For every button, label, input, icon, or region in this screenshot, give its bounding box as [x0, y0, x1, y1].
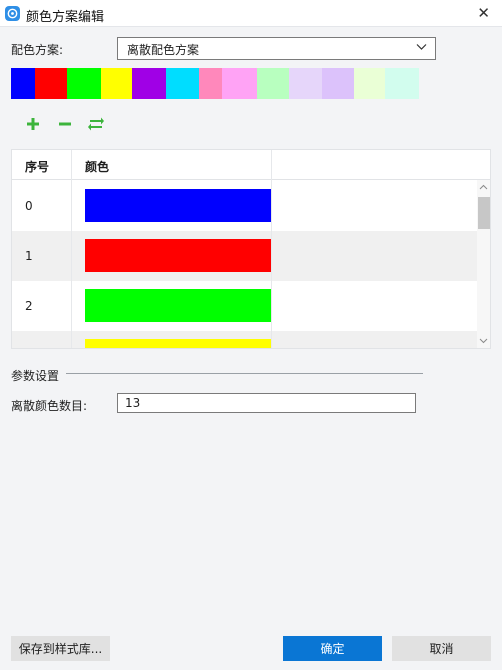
column-divider [71, 150, 72, 348]
scheme-label: 配色方案: [11, 43, 64, 57]
row-index-cell: 0 [25, 199, 33, 213]
title-bar: 颜色方案编辑 ✕ [0, 0, 502, 27]
swap-arrows-icon[interactable] [88, 116, 104, 132]
row-color-cell[interactable] [85, 289, 272, 322]
window-title: 颜色方案编辑 [26, 10, 105, 25]
section-divider [66, 373, 423, 374]
minus-icon[interactable] [57, 116, 73, 132]
color-swatch [385, 68, 419, 99]
color-count-input[interactable] [117, 393, 416, 413]
column-divider [271, 150, 272, 348]
row-color-cell[interactable] [85, 189, 272, 222]
table-row[interactable]: 0 [12, 181, 477, 231]
close-icon[interactable]: ✕ [477, 4, 490, 22]
scheme-selected-value: 离散配色方案 [127, 43, 200, 57]
cancel-button[interactable]: 取消 [392, 636, 491, 661]
color-swatch [11, 68, 35, 99]
table-row[interactable]: 3 [12, 331, 477, 348]
ok-button[interactable]: 确定 [283, 636, 382, 661]
color-swatch [132, 68, 166, 99]
scrollbar-thumb[interactable] [478, 197, 490, 229]
plus-icon[interactable] [25, 116, 41, 132]
color-swatch [354, 68, 385, 99]
color-swatch [222, 68, 257, 99]
save-to-style-library-button[interactable]: 保存到样式库... [11, 636, 110, 661]
params-section-title: 参数设置 [11, 369, 60, 383]
app-logo-icon [5, 6, 20, 21]
table-row[interactable]: 2 [12, 281, 477, 331]
color-swatch [322, 68, 354, 99]
row-index-cell: 2 [25, 299, 33, 313]
color-swatch [289, 68, 322, 99]
color-swatch [257, 68, 289, 99]
chevron-down-icon [416, 44, 427, 50]
color-swatch [199, 68, 222, 99]
row-index-cell: 1 [25, 249, 33, 263]
vertical-scrollbar[interactable] [477, 180, 490, 348]
color-count-label: 离散颜色数目: [11, 399, 88, 413]
color-swatch [67, 68, 101, 99]
table-header: 序号 颜色 [12, 150, 490, 180]
row-color-cell[interactable] [85, 339, 272, 348]
color-swatch [166, 68, 199, 99]
row-color-cell[interactable] [85, 239, 272, 272]
scheme-dropdown[interactable]: 离散配色方案 [117, 37, 436, 60]
color-swatch-strip [11, 68, 419, 99]
column-header-index: 序号 [25, 160, 50, 174]
column-header-color: 颜色 [85, 160, 110, 174]
palette-icon [7, 8, 18, 19]
scroll-down-arrow-icon[interactable] [479, 336, 488, 345]
color-swatch [35, 68, 67, 99]
scroll-up-arrow-icon[interactable] [479, 183, 488, 192]
color-table: 序号 颜色 0 1 2 3 [11, 149, 491, 349]
color-swatch [101, 68, 132, 99]
table-row[interactable]: 1 [12, 231, 477, 281]
